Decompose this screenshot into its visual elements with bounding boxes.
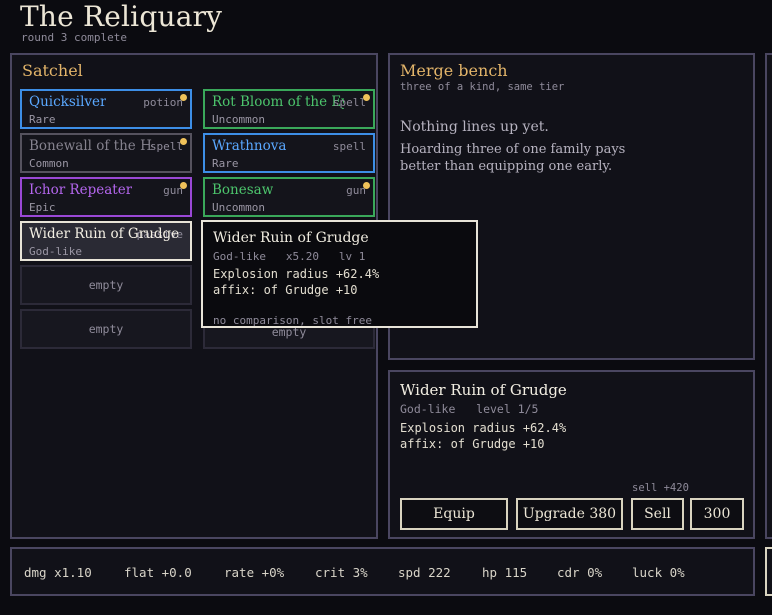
new-item-dot-icon [180,182,187,189]
inventory-slot-quicksilver[interactable]: Quicksilver potion Rare [20,89,192,129]
tooltip-comparison-note: no comparison, slot free [213,314,372,327]
stat-crit: crit 3% [315,565,368,580]
detail-stat: Explosion radius +62.4% [400,421,567,435]
item-type: spell [332,96,366,109]
item-rarity: Uncommon [212,201,265,214]
stat-rate: rate +0% [224,565,285,580]
tooltip-item-name: Wider Ruin of Grudge [213,230,369,246]
new-item-dot-icon [363,182,370,189]
equip-button[interactable]: Equip [400,498,508,530]
offscreen-panel [765,53,772,539]
offscreen-panel [765,547,772,596]
inventory-slot-wrathnova[interactable]: Wrathnova spell Rare [203,133,375,173]
sell-price-hint: sell +420 [632,482,689,494]
inventory-slot-empty[interactable]: empty [20,265,192,305]
round-status: round 3 complete [21,31,127,44]
tooltip-affix: affix: of Grudge +10 [213,283,358,297]
new-item-dot-icon [180,138,187,145]
merge-hint: Hoarding three of one family pays better… [400,142,626,174]
item-name: Bonesaw [212,182,274,198]
item-type: potion [143,96,183,109]
item-type: spell [332,140,366,153]
stat-cooldown: cdr 0% [557,565,603,580]
item-name: Quicksilver [29,94,107,110]
item-name: Ichor Repeater [29,182,133,198]
detail-item-name: Wider Ruin of Grudge [400,381,567,399]
item-detail-panel: Wider Ruin of Grudge God-like level 1/5 … [388,370,755,539]
upgrade-button[interactable]: Upgrade 380 [516,498,623,530]
stat-flat: flat +0.0 [124,565,192,580]
empty-slot-label: empty [88,278,124,292]
tooltip-stat: Explosion radius +62.4% [213,267,380,281]
merge-bench-subtitle: three of a kind, same tier [400,81,565,93]
item-rarity: Rare [212,157,239,170]
sell-button[interactable]: Sell [631,498,684,530]
item-name: Wrathnova [212,138,287,154]
stat-luck: luck 0% [632,565,685,580]
new-item-dot-icon [363,94,370,101]
item-name: Rot Bloom of the Eye [212,94,344,110]
inventory-slot-bonewall[interactable]: Bonewall of the House spell Common [20,133,192,173]
item-name: Wider Ruin of Grudge [29,226,180,242]
detail-item-meta: God-like level 1/5 [400,402,539,416]
item-tooltip: Wider Ruin of Grudge God-like x5.20 lv 1… [201,220,478,328]
item-rarity: Epic [29,201,56,214]
inventory-slot-empty[interactable]: empty [20,309,192,349]
item-type: spell [149,140,183,153]
inventory-slot-rot-bloom[interactable]: Rot Bloom of the Eye spell Uncommon [203,89,375,129]
empty-slot-label: empty [88,322,124,336]
detail-affix: affix: of Grudge +10 [400,437,545,451]
inventory-slot-ichor-repeater[interactable]: Ichor Repeater gun Epic [20,177,192,217]
merge-bench-title: Merge bench [400,61,508,80]
tooltip-item-meta: God-like x5.20 lv 1 [213,250,366,263]
merge-status-message: Nothing lines up yet. [400,119,549,135]
inventory-slot-wider-ruin[interactable]: Wider Ruin of Grudge passive God-like [20,221,192,261]
item-rarity: God-like [29,245,82,258]
item-rarity: Common [29,157,69,170]
game-title: The Reliquary [20,0,223,33]
item-rarity: Uncommon [212,113,265,126]
item-rarity: Rare [29,113,56,126]
satchel-title: Satchel [22,61,83,80]
inventory-slot-bonesaw[interactable]: Bonesaw gun Uncommon [203,177,375,217]
new-item-dot-icon [180,94,187,101]
stat-damage: dmg x1.10 [24,565,92,580]
sell-value-button[interactable]: 300 [690,498,744,530]
player-stats-bar: dmg x1.10 flat +0.0 rate +0% crit 3% spd… [10,547,755,596]
item-name: Bonewall of the House [29,138,153,154]
stat-speed: spd 222 [398,565,451,580]
stat-hp: hp 115 [482,565,528,580]
